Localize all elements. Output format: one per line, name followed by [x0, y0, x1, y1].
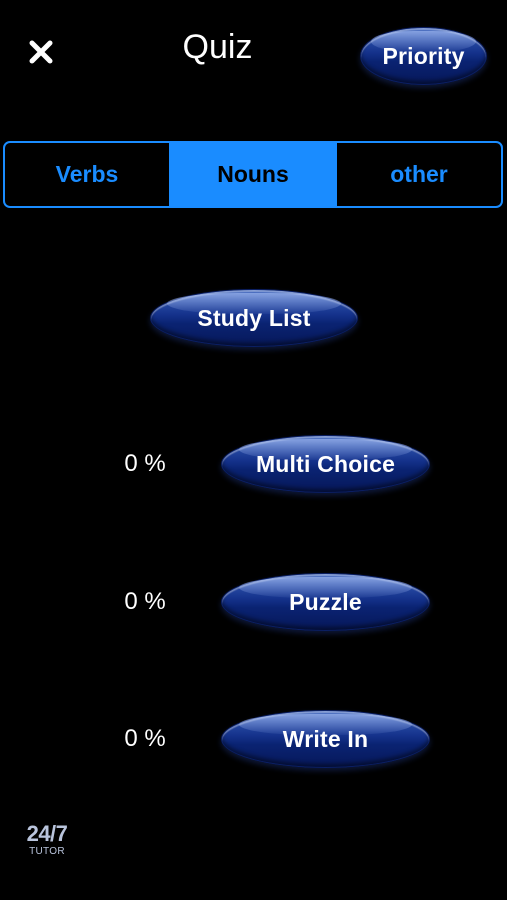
- puzzle-button[interactable]: Puzzle: [221, 573, 430, 631]
- priority-button[interactable]: Priority: [360, 27, 487, 85]
- study-list-button[interactable]: Study List: [150, 289, 358, 347]
- study-list-button-label: Study List: [197, 304, 311, 331]
- tutor-logo: 24/7 TUTOR: [22, 821, 72, 858]
- logo-main-text: 24/7: [26, 821, 68, 846]
- logo-sub-text: TUTOR: [29, 846, 65, 857]
- multi-choice-button-label: Multi Choice: [255, 450, 396, 477]
- write-in-button[interactable]: Write In: [221, 710, 430, 768]
- tab-other[interactable]: other: [335, 143, 501, 206]
- category-segmented-control: Verbs Nouns other: [3, 141, 503, 208]
- write-in-button-label: Write In: [282, 725, 369, 752]
- tab-nouns[interactable]: Nouns: [169, 143, 335, 206]
- priority-button-label: Priority: [382, 42, 465, 69]
- multi-choice-button[interactable]: Multi Choice: [221, 435, 430, 493]
- tab-verbs[interactable]: Verbs: [5, 143, 169, 206]
- write-in-progress: 0 %: [124, 725, 166, 752]
- puzzle-button-label: Puzzle: [289, 588, 362, 615]
- puzzle-progress: 0 %: [124, 588, 166, 615]
- multi-choice-progress: 0 %: [124, 450, 166, 477]
